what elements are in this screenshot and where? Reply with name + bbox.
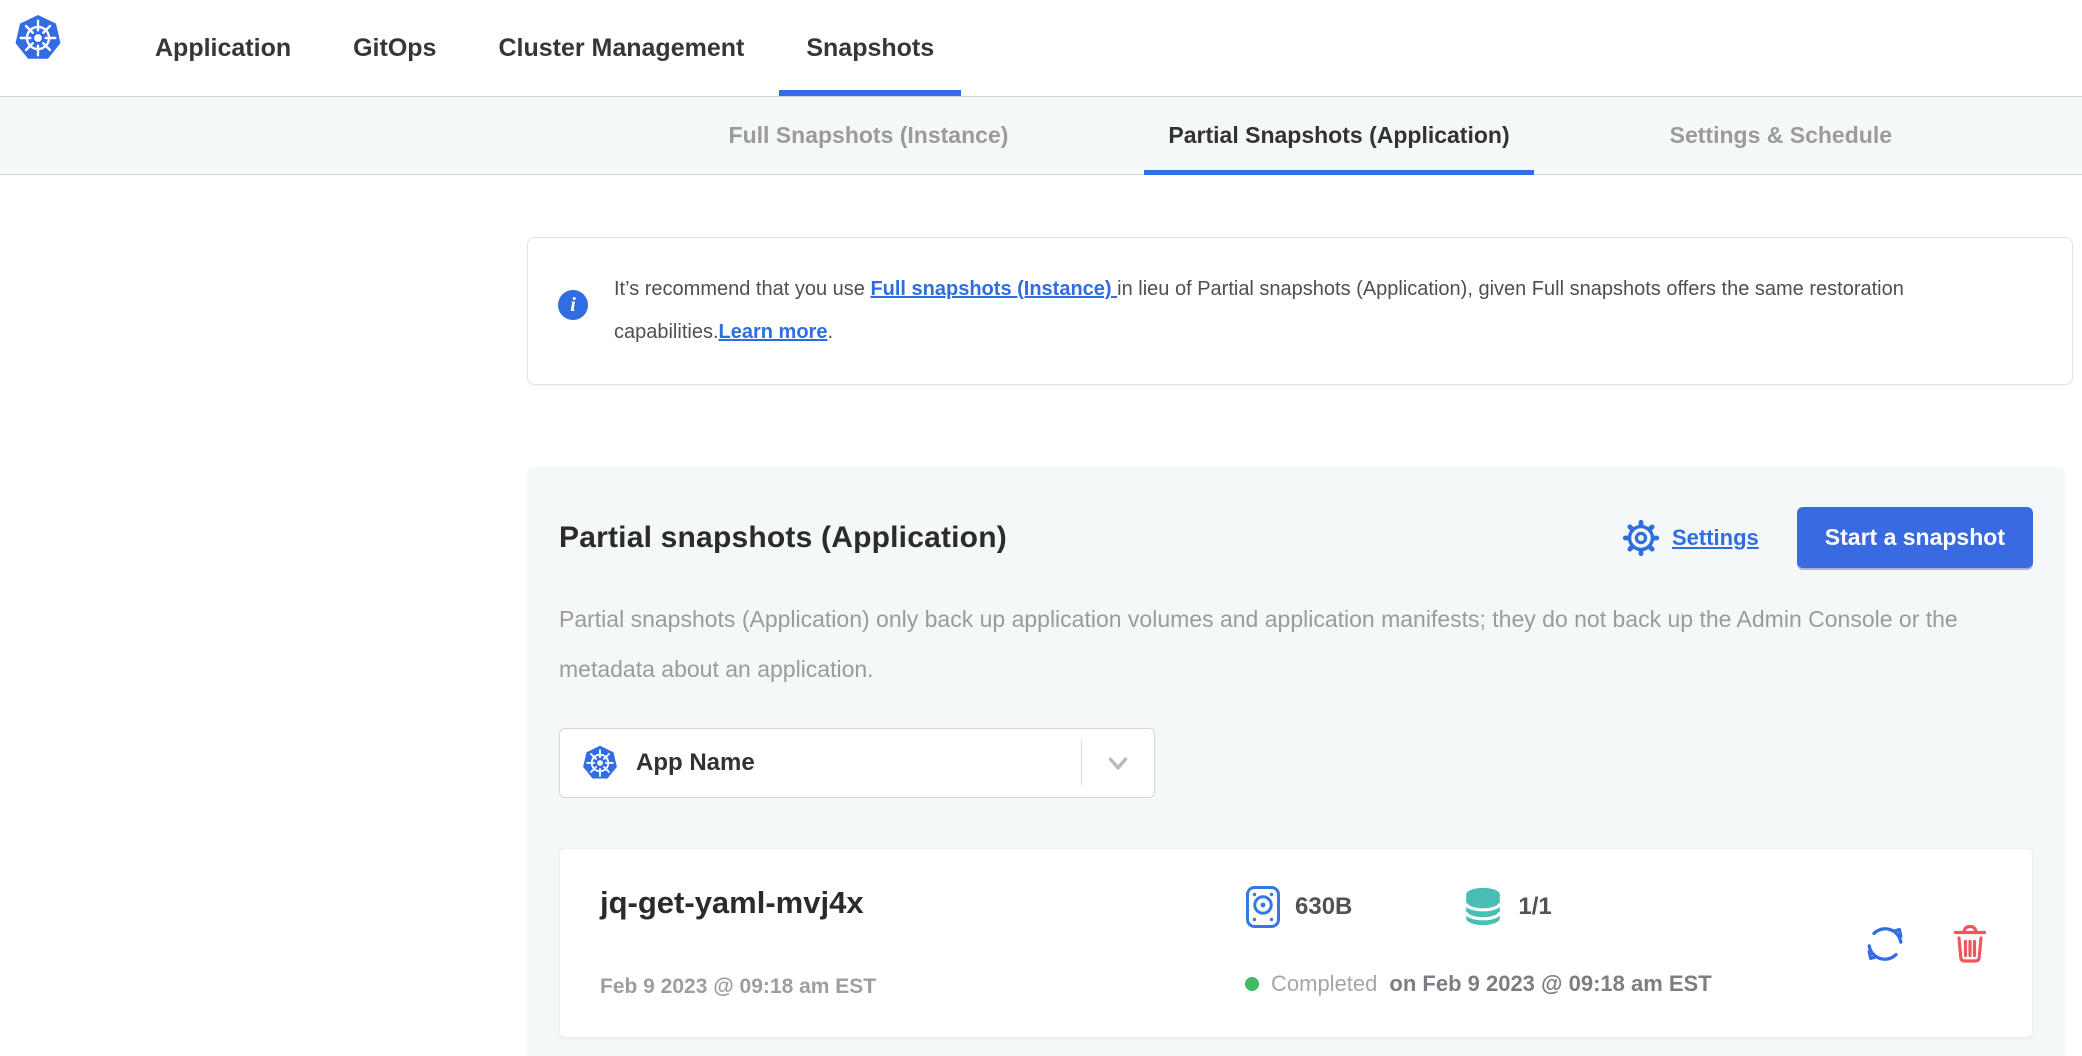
- info-banner: i It’s recommend that you use Full snaps…: [527, 237, 2073, 385]
- panel-header-actions: Settings Start a snapshot: [1620, 507, 2033, 568]
- panel-description: Partial snapshots (Application) only bac…: [559, 594, 2033, 694]
- kubernetes-app-icon: [582, 745, 618, 781]
- tab-settings-schedule[interactable]: Settings & Schedule: [1646, 97, 1916, 174]
- disk-icon: [1245, 885, 1281, 929]
- info-banner-text: It’s recommend that you use Full snapsho…: [614, 268, 2014, 354]
- snapshot-details: 630B 1/1 Completed o: [1245, 885, 1832, 1003]
- start-snapshot-button[interactable]: Start a snapshot: [1797, 507, 2033, 568]
- learn-more-link[interactable]: Learn more: [719, 321, 828, 343]
- page-content: i It’s recommend that you use Full snaps…: [0, 237, 2082, 1056]
- snapshot-identity: jq-get-yaml-mvj4x Feb 9 2023 @ 09:18 am …: [600, 885, 1245, 1003]
- nav-item-application[interactable]: Application: [128, 0, 318, 96]
- finished-prefix: on: [1389, 971, 1416, 996]
- full-snapshots-link[interactable]: Full snapshots (Instance): [870, 278, 1117, 300]
- info-text-after: .: [827, 321, 833, 343]
- settings-link[interactable]: Settings: [1620, 517, 1759, 559]
- info-text-before: It’s recommend that you use: [614, 278, 870, 300]
- snapshot-row: jq-get-yaml-mvj4x Feb 9 2023 @ 09:18 am …: [559, 848, 2033, 1038]
- top-navigation: Application GitOps Cluster Management Sn…: [0, 0, 2082, 96]
- panel-header: Partial snapshots (Application): [559, 507, 2033, 568]
- snapshot-volumes-chip: 1/1: [1462, 886, 1551, 928]
- tab-partial-snapshots[interactable]: Partial Snapshots (Application): [1144, 97, 1533, 174]
- nav-item-cluster-management[interactable]: Cluster Management: [471, 0, 771, 96]
- app-select-value: App Name: [636, 749, 1081, 777]
- snapshot-name: jq-get-yaml-mvj4x: [600, 885, 1245, 921]
- trash-icon: [1950, 922, 1990, 966]
- gear-icon: [1620, 517, 1662, 559]
- restore-snapshot-button[interactable]: [1862, 921, 1908, 967]
- snapshot-finished-date: on Feb 9 2023 @ 09:18 am EST: [1389, 971, 1711, 997]
- snapshot-size: 630B: [1295, 893, 1352, 921]
- partial-snapshots-panel: Partial snapshots (Application): [527, 467, 2065, 1056]
- nav-item-gitops[interactable]: GitOps: [326, 0, 463, 96]
- snapshot-volume-count: 1/1: [1518, 893, 1551, 921]
- panel-title: Partial snapshots (Application): [559, 521, 1007, 555]
- nav-item-snapshots[interactable]: Snapshots: [779, 0, 961, 96]
- finished-at: Feb 9 2023 @ 09:18 am EST: [1422, 971, 1711, 996]
- snapshot-started-date: Feb 9 2023 @ 09:18 am EST: [600, 975, 1245, 1003]
- info-icon: i: [558, 290, 588, 320]
- status-dot-icon: [1245, 977, 1259, 991]
- snapshot-actions: [1862, 885, 1992, 1003]
- snapshot-metrics: 630B 1/1: [1245, 885, 1832, 929]
- kubernetes-logo-icon: [14, 14, 62, 62]
- chevron-down-icon[interactable]: [1082, 729, 1154, 797]
- app-name-select[interactable]: App Name: [559, 728, 1155, 798]
- snapshots-subnav: Full Snapshots (Instance) Partial Snapsh…: [0, 96, 2082, 175]
- snapshot-status: Completed: [1271, 971, 1377, 997]
- delete-snapshot-button[interactable]: [1950, 922, 1990, 966]
- settings-link-label: Settings: [1672, 525, 1759, 551]
- restore-icon: [1862, 921, 1908, 967]
- database-icon: [1462, 886, 1504, 928]
- main-nav: Application GitOps Cluster Management Sn…: [128, 0, 961, 96]
- snapshot-size-chip: 630B: [1245, 885, 1352, 929]
- snapshot-status-line: Completed on Feb 9 2023 @ 09:18 am EST: [1245, 971, 1832, 1003]
- tab-full-snapshots[interactable]: Full Snapshots (Instance): [705, 97, 1033, 174]
